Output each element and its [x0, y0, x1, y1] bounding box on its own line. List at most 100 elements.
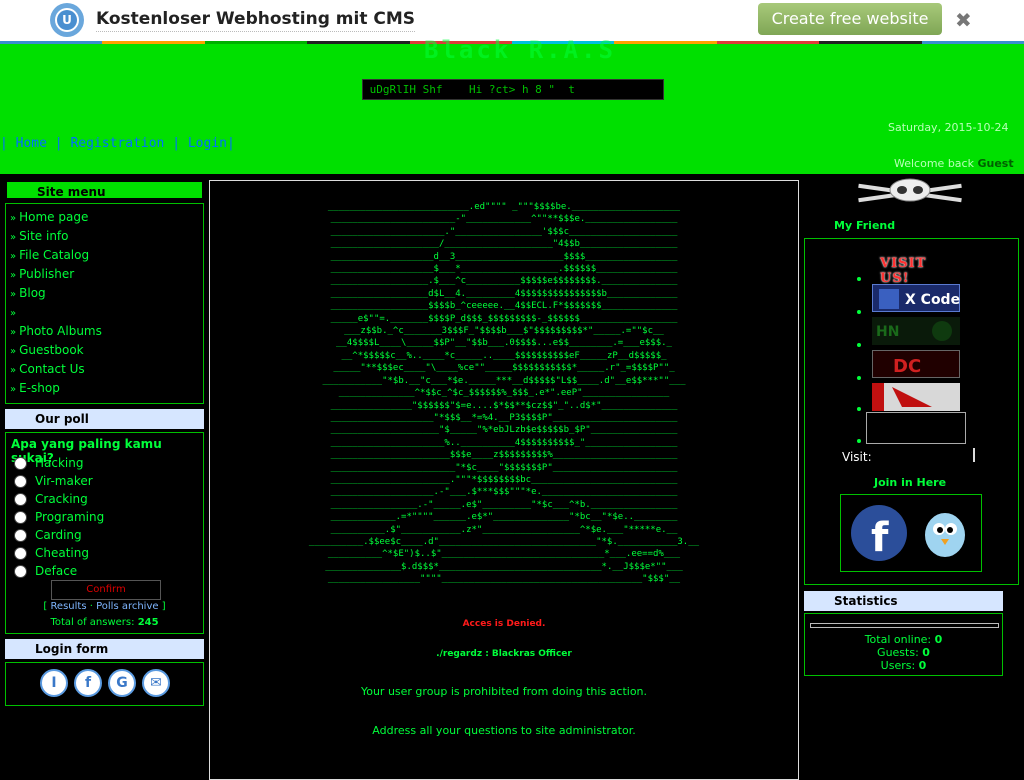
bullet-icon	[857, 277, 861, 281]
double-arrow-icon: »	[10, 327, 17, 338]
my-friend-title: My Friend	[834, 219, 896, 232]
radio-button[interactable]	[14, 493, 27, 506]
twitter-icon[interactable]	[915, 503, 975, 563]
ucoz-logo[interactable]: U	[50, 3, 84, 37]
radio-button[interactable]	[14, 475, 27, 488]
guests-count: Guests: 0	[877, 646, 930, 659]
radio-button[interactable]	[14, 511, 27, 524]
menu-item-e-shop[interactable]: » E-shop	[10, 379, 203, 398]
bullet-icon	[857, 343, 861, 347]
close-icon[interactable]: ✖	[955, 8, 972, 32]
poll-title: Our poll	[5, 409, 204, 429]
poll-block: Apa yang paling kamu sukai? Hacking Vir-…	[5, 432, 204, 634]
nav-registration[interactable]: Registration	[70, 136, 164, 151]
site-menu: » Home page » Site info » File Catalog » Pub…	[5, 203, 204, 404]
menu-item-empty[interactable]: »	[10, 303, 203, 322]
double-arrow-icon: »	[10, 346, 17, 357]
menu-item-blog[interactable]: » Blog	[10, 284, 203, 303]
welcome-text: Welcome back Guest	[894, 157, 1014, 170]
bullet-icon	[857, 439, 861, 443]
menu-item-file-catalog[interactable]: » File Catalog	[10, 246, 203, 265]
menu-item-publisher[interactable]: » Publisher	[10, 265, 203, 284]
skull-crossbones-icon	[858, 178, 962, 203]
poll-confirm-button[interactable]: Confirm	[51, 580, 161, 600]
poll-option[interactable]: Vir-maker	[14, 474, 93, 488]
double-arrow-icon: »	[10, 213, 17, 224]
menu-item-photo-albums[interactable]: » Photo Albums	[10, 322, 203, 341]
statistics-title: Statistics	[804, 591, 1003, 611]
radio-button[interactable]	[14, 457, 27, 470]
poll-total: Total of answers: 245	[50, 617, 159, 628]
create-website-button[interactable]: Create free website	[758, 3, 942, 35]
site-name: Black R.A.S	[424, 36, 616, 64]
svg-text:HN: HN	[876, 324, 899, 340]
menu-item-guestbook[interactable]: » Guestbook	[10, 341, 203, 360]
hn-banner[interactable]: HN	[872, 317, 960, 345]
poll-option[interactable]: Cheating	[14, 546, 89, 560]
main-content: __________________________.ed"""" _"""$$…	[209, 180, 799, 780]
double-arrow-icon: »	[10, 270, 17, 281]
menu-item-contact-us[interactable]: » Contact Us	[10, 360, 203, 379]
dc-banner[interactable]: DC	[872, 350, 960, 378]
topbar-title[interactable]: Kostenloser Webhosting mit CMS	[96, 9, 415, 32]
header-marquee: uDgRlIH Shf Hi ?ct> h 8 " t	[362, 79, 664, 100]
ascii-art: __________________________.ed"""" _"""$$…	[308, 202, 700, 585]
double-arrow-icon: »	[10, 384, 17, 395]
polls-archive-link[interactable]: Polls archive	[96, 601, 158, 612]
permission-message: Your user group is prohibited from doing…	[360, 685, 648, 698]
mail-login-icon[interactable]: ✉	[142, 669, 170, 697]
header-date: Saturday, 2015-10-24	[888, 121, 1009, 134]
poll-option[interactable]: Programing	[14, 510, 104, 524]
radio-button[interactable]	[14, 529, 27, 542]
double-arrow-icon: »	[10, 289, 17, 300]
google-login-icon[interactable]: G	[108, 669, 136, 697]
poll-option[interactable]: Hacking	[14, 456, 83, 470]
svg-text:X Code: X Code	[905, 292, 960, 308]
statistics-block: Total online: 0 Guests: 0 Users: 0	[804, 613, 1003, 676]
svg-text:DC: DC	[893, 356, 921, 377]
stats-divider	[810, 623, 999, 628]
empty-banner[interactable]	[866, 412, 966, 444]
contact-admin-message: Address all your questions to site admin…	[372, 724, 636, 737]
poll-option[interactable]: Carding	[14, 528, 82, 542]
bullet-icon	[857, 310, 861, 314]
poll-links: [ Results · Polls archive ]	[43, 601, 166, 612]
svg-text:f: f	[871, 515, 889, 561]
poll-option[interactable]: Cracking	[14, 492, 88, 506]
bullet-icon	[857, 407, 861, 411]
red-banner[interactable]	[872, 383, 960, 411]
double-arrow-icon: »	[10, 232, 17, 243]
visit-label: Visit:	[842, 450, 872, 464]
join-box: f	[840, 494, 982, 572]
ucoz-login-icon[interactable]: I	[40, 669, 68, 697]
nav-login[interactable]: Login	[188, 136, 227, 151]
regardz-text: ./regardz : Blackras Officer	[436, 649, 572, 659]
username: Guest	[977, 157, 1014, 170]
double-arrow-icon: »	[10, 251, 17, 262]
login-form-title: Login form	[5, 639, 204, 659]
site-header: Black R.A.S uDgRlIH Shf Hi ?ct> h 8 " t …	[0, 36, 1024, 174]
radio-button[interactable]	[14, 547, 27, 560]
radio-button[interactable]	[14, 565, 27, 578]
total-online: Total online: 0	[864, 633, 943, 646]
users-count: Users: 0	[880, 659, 927, 672]
site-menu-title: Site menu	[5, 180, 204, 200]
poll-total-value: 245	[137, 617, 159, 628]
menu-item-home[interactable]: » Home page	[10, 208, 203, 227]
xcode-banner[interactable]: X Code	[872, 284, 960, 312]
menu-item-site-info[interactable]: » Site info	[10, 227, 203, 246]
facebook-icon[interactable]: f	[847, 503, 911, 563]
nav-home[interactable]: Home	[16, 136, 47, 151]
double-arrow-icon: »	[10, 365, 17, 376]
poll-results-link[interactable]: Results	[50, 601, 86, 612]
join-title: Join in Here	[874, 476, 947, 489]
bullet-icon	[857, 376, 861, 380]
poll-option[interactable]: Deface	[14, 564, 77, 578]
facebook-login-icon[interactable]: f	[74, 669, 102, 697]
scroll-indicator	[973, 448, 975, 462]
visit-us-banner[interactable]: VISIT US!	[880, 256, 960, 286]
main-nav: | Home | Registration | Login|	[0, 136, 235, 151]
double-arrow-icon: »	[10, 308, 17, 319]
login-form: I f G ✉	[5, 662, 204, 706]
access-denied-text: Acces is Denied.	[462, 619, 546, 629]
